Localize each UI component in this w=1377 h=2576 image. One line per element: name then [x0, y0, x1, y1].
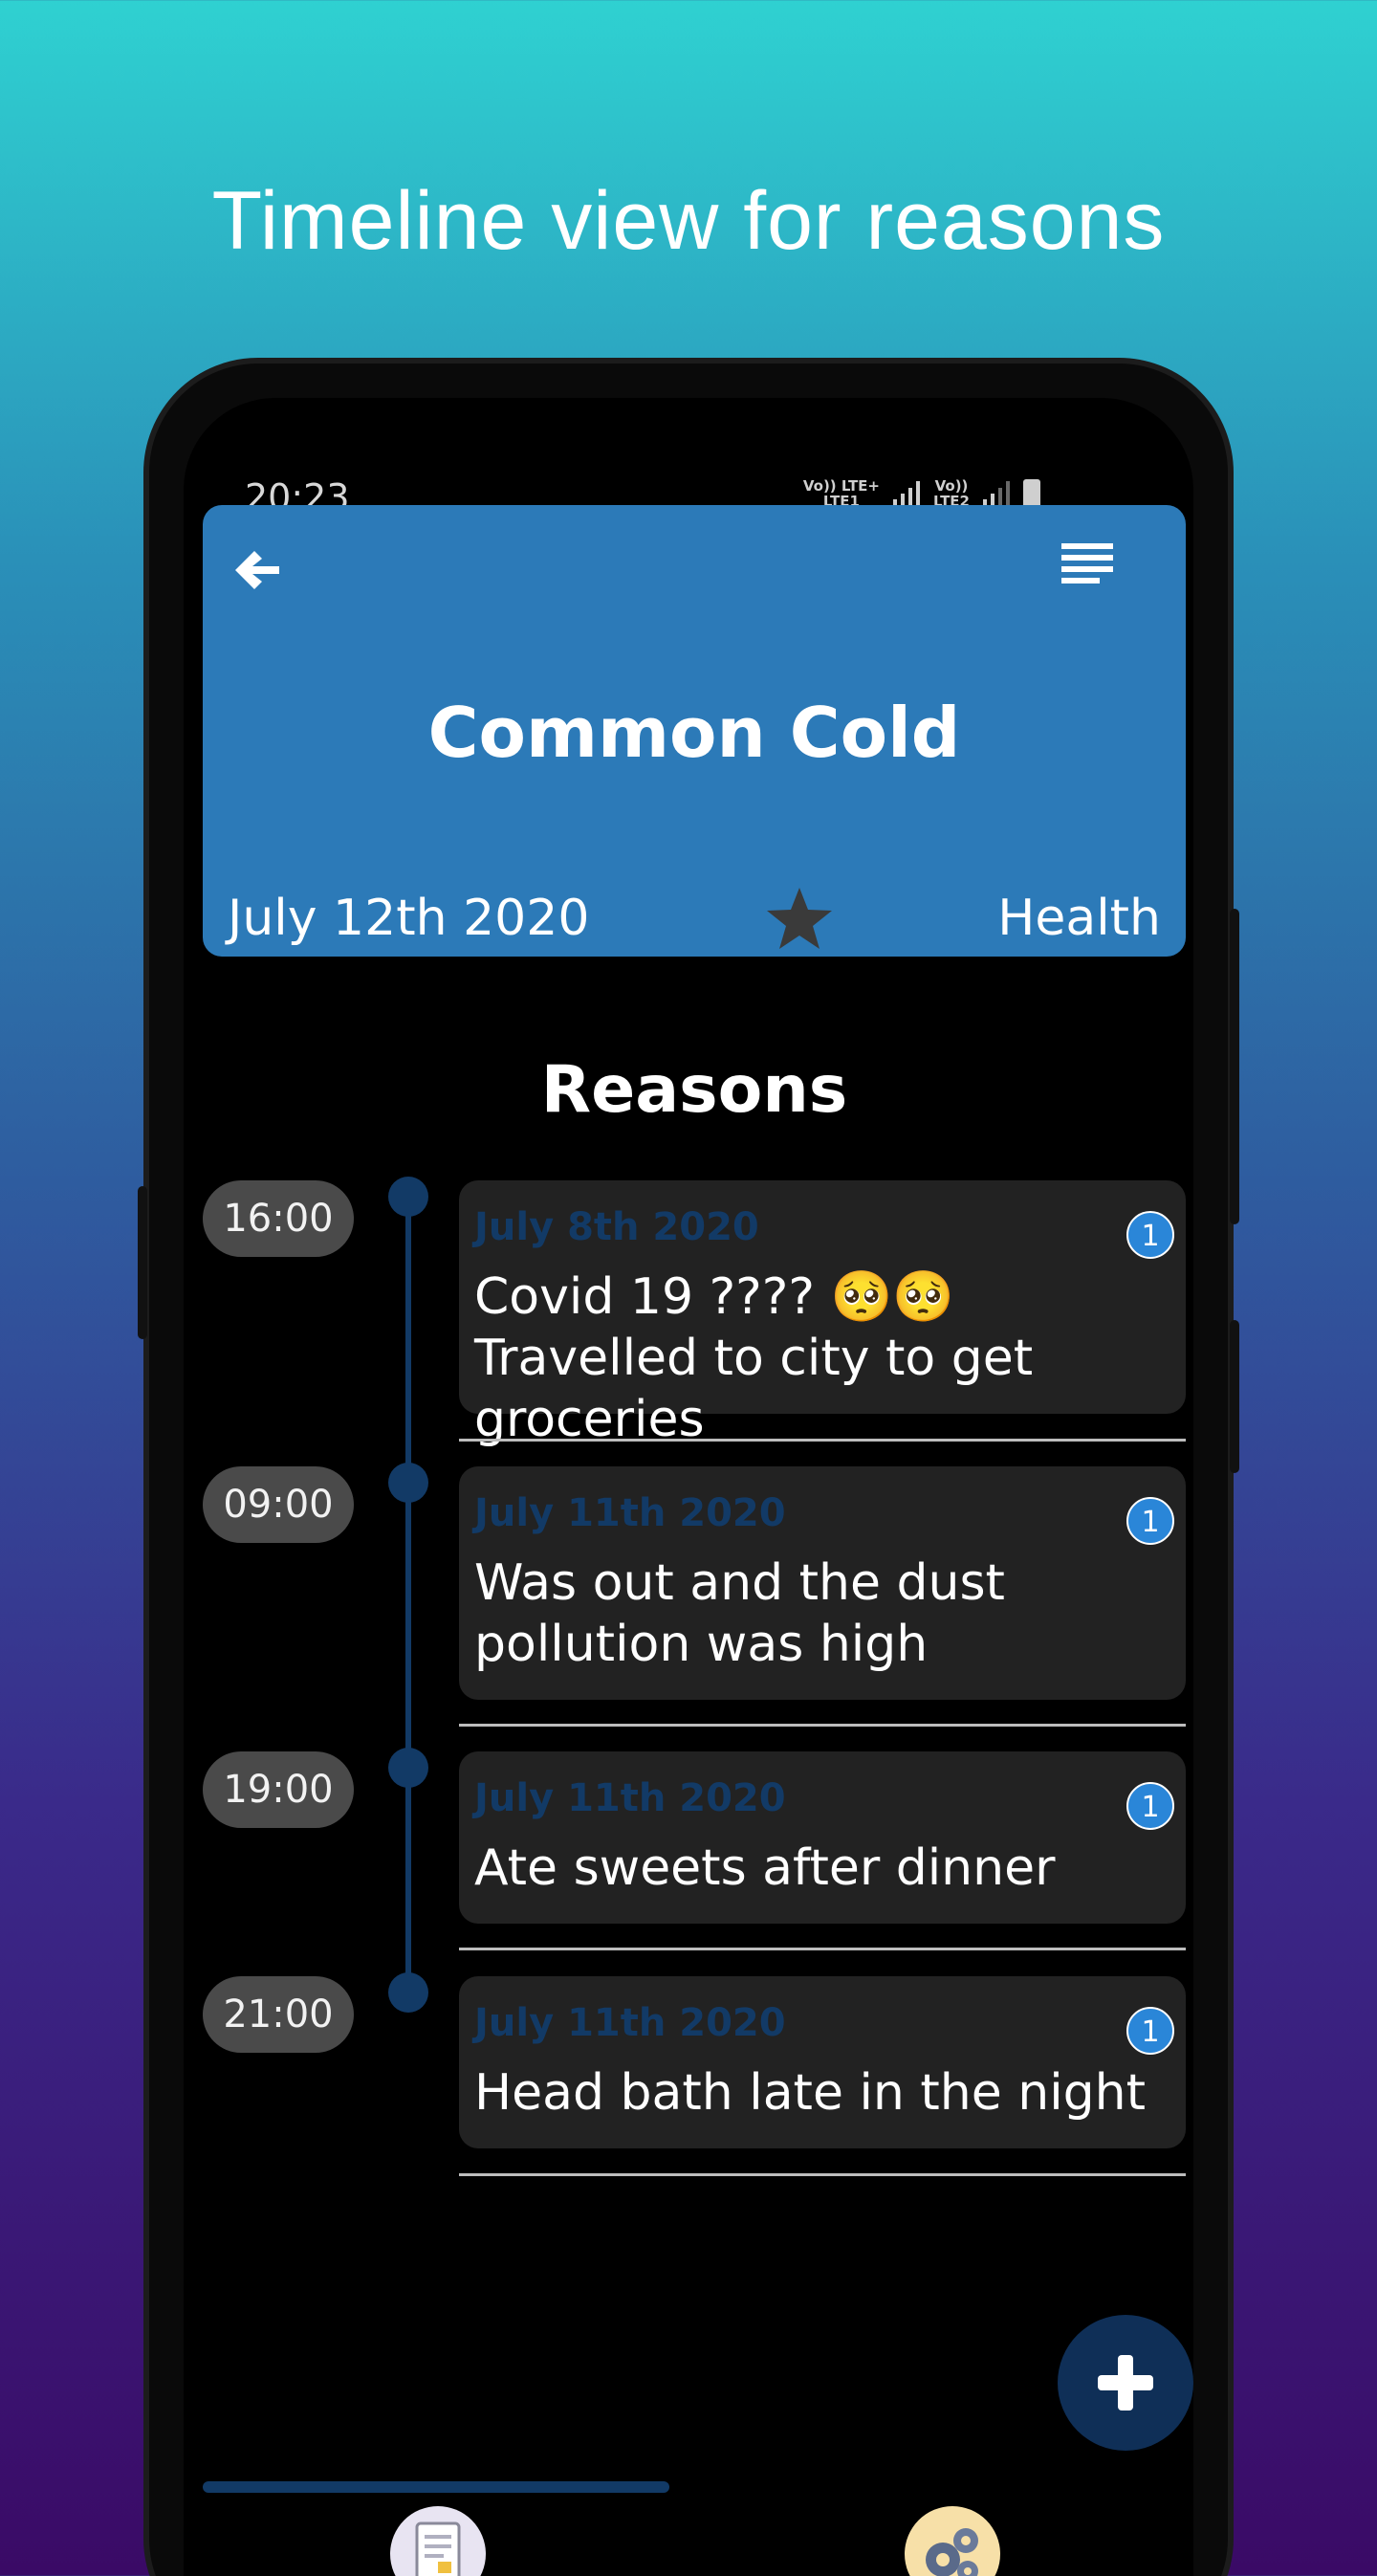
time-pill: 21:00 — [203, 1976, 354, 2053]
reason-text: Head bath late in the night — [474, 2064, 1147, 2122]
count-badge: 1 — [1126, 1497, 1174, 1545]
reason-date: July 8th 2020 — [474, 1205, 759, 1249]
divider — [459, 1724, 1186, 1727]
header-date: July 12th 2020 — [228, 890, 590, 947]
reason-card[interactable]: July 11th 2020 1 Head bath late in the n… — [459, 1976, 1186, 2148]
divider — [459, 2173, 1186, 2176]
reason-date: July 11th 2020 — [474, 1776, 786, 1820]
count-badge: 1 — [1126, 1211, 1174, 1259]
time-pill: 19:00 — [203, 1751, 354, 1828]
time-pill: 16:00 — [203, 1180, 354, 1257]
menu-lines-icon[interactable] — [1060, 539, 1115, 593]
nav-documents-button[interactable] — [390, 2506, 486, 2576]
add-reason-button[interactable] — [1058, 2315, 1193, 2451]
reason-text: Ate sweets after dinner — [474, 1839, 1056, 1897]
phone-frame: 20:23 Vo)) LTE+ LTE1 Vo)) LTE2 Common Co… — [138, 358, 1239, 2576]
timeline-dot — [388, 1177, 428, 1217]
phone-power-button — [1230, 909, 1239, 1224]
gears-icon — [926, 2528, 978, 2576]
divider — [459, 1948, 1186, 1950]
star-icon[interactable] — [765, 884, 834, 953]
reason-card[interactable]: July 11th 2020 1 Ate sweets after dinner — [459, 1751, 1186, 1924]
timeline-dot — [388, 1972, 428, 2013]
signal-icon — [893, 480, 920, 507]
back-arrow-icon[interactable] — [230, 543, 283, 597]
tab-indicator — [203, 2481, 669, 2493]
time-pill: 09:00 — [203, 1466, 354, 1543]
timeline-line — [405, 1196, 411, 1984]
header-category: Health — [997, 890, 1161, 947]
phone-side-button — [138, 1186, 147, 1339]
promo-title: Timeline view for reasons — [211, 175, 1166, 267]
section-title: Reasons — [540, 1052, 848, 1128]
reason-text: Covid 19 ???? 🥺🥺 Travelled to city to ge… — [474, 1268, 1034, 1448]
nav-settings-button[interactable] — [905, 2506, 1000, 2576]
timeline-dot — [388, 1463, 428, 1503]
count-badge: 1 — [1126, 1782, 1174, 1830]
battery-icon — [1023, 479, 1040, 508]
app-screen: 20:23 Vo)) LTE+ LTE1 Vo)) LTE2 Common Co… — [184, 398, 1193, 2576]
divider — [459, 1439, 1186, 1442]
document-icon — [415, 2521, 461, 2576]
reason-card[interactable]: July 8th 2020 1 Covid 19 ???? 🥺🥺 Travell… — [459, 1180, 1186, 1448]
header-card: Common Cold July 12th 2020 Health — [203, 505, 1186, 957]
plus-icon — [1098, 2355, 1153, 2411]
reason-card[interactable]: July 11th 2020 1 Was out and the dust po… — [459, 1466, 1186, 1700]
phone-volume-button — [1230, 1320, 1239, 1473]
reason-date: July 11th 2020 — [474, 2001, 786, 2045]
page-title: Common Cold — [427, 693, 961, 773]
count-badge: 1 — [1126, 2007, 1174, 2055]
timeline-dot — [388, 1748, 428, 1788]
signal-icon — [983, 480, 1010, 507]
reason-text: Was out and the dust pollution was high — [474, 1554, 1005, 1673]
reason-date: July 11th 2020 — [474, 1491, 786, 1535]
